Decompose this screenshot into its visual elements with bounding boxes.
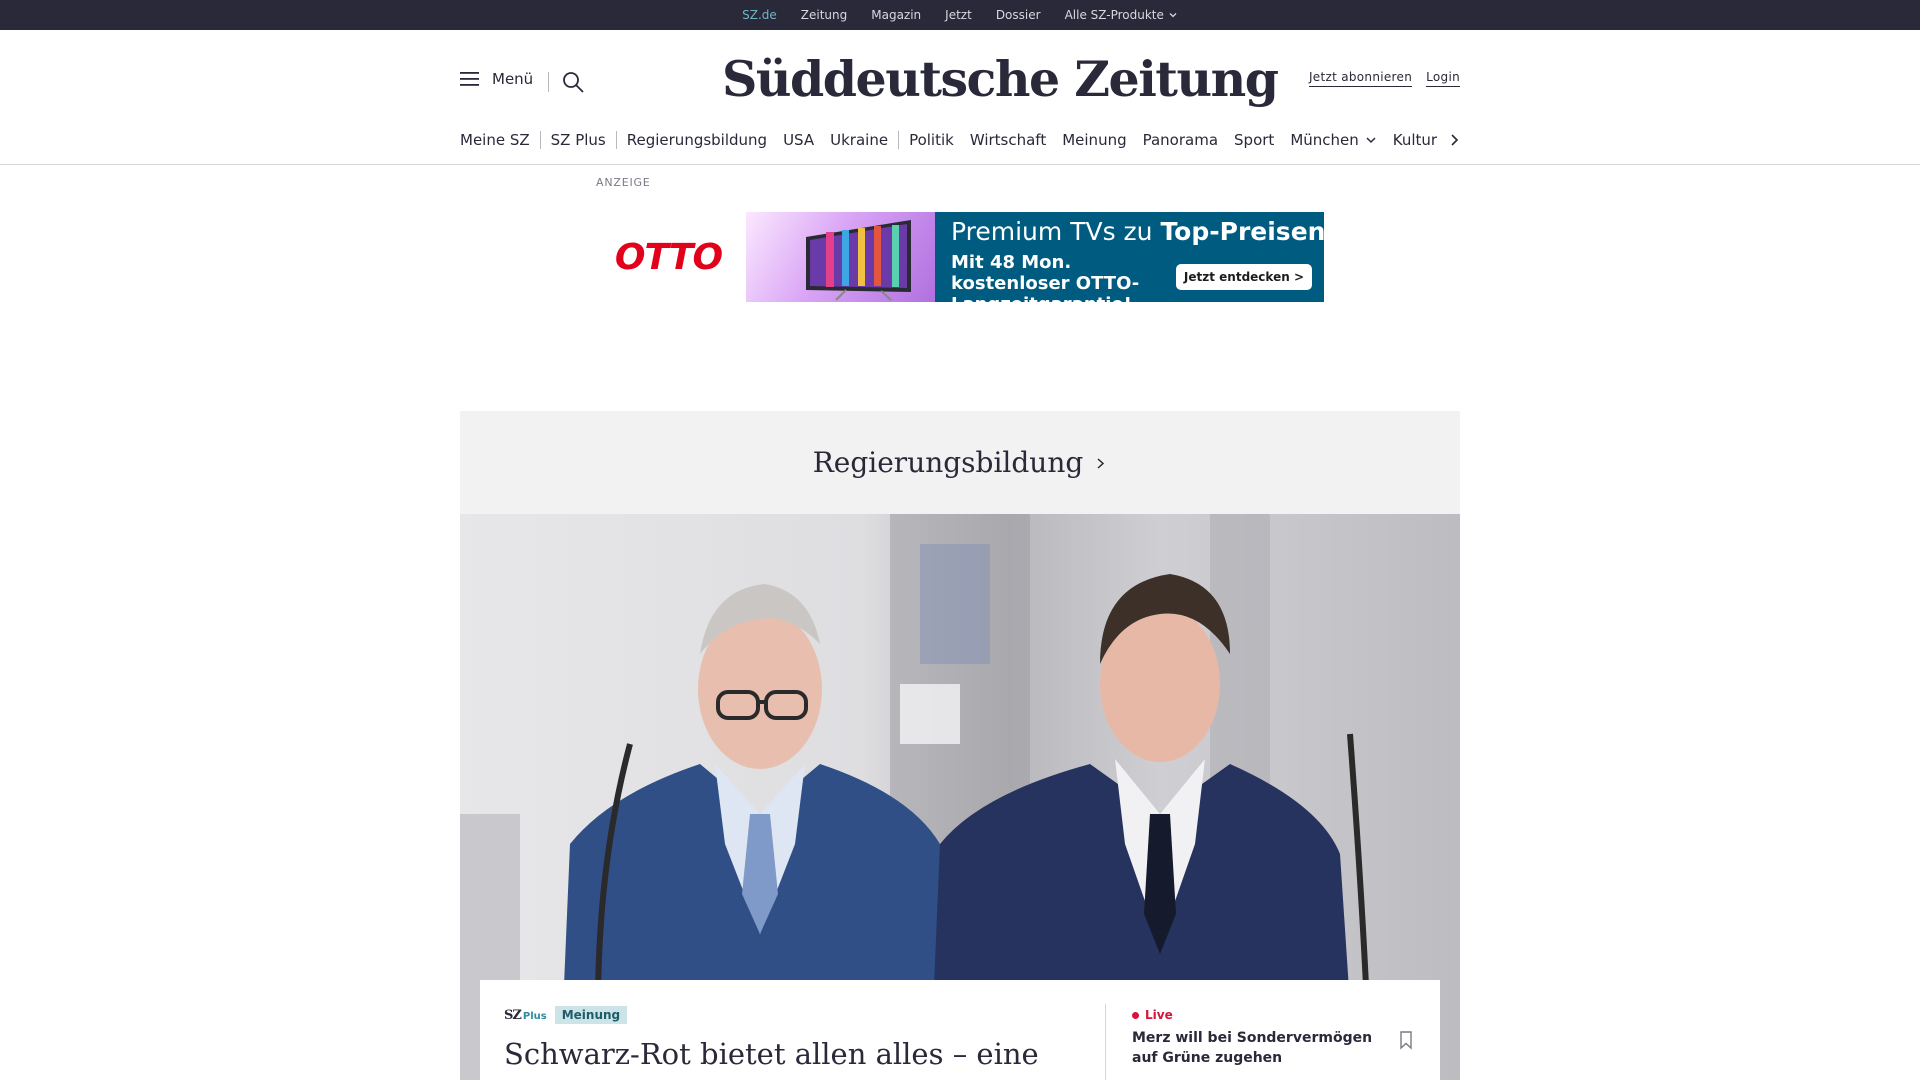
nav-item-meinung[interactable]: Meinung bbox=[1062, 131, 1126, 149]
subscribe-link[interactable]: Jetzt abonnieren bbox=[1308, 70, 1413, 87]
live-headline: Merz will bei Sondervermögen auf Grüne z… bbox=[1132, 1030, 1373, 1066]
live-label: Live bbox=[1145, 1008, 1173, 1022]
live-dot-icon bbox=[1132, 1011, 1139, 1019]
sz-plus-badge: SZ Plus bbox=[504, 1007, 547, 1023]
product-bar: SZ.de Zeitung Magazin Jetzt Dossier Alle… bbox=[0, 0, 1920, 34]
nav-item-kultur[interactable]: Kultur bbox=[1393, 131, 1437, 149]
ad-brand: OTTO bbox=[614, 236, 723, 278]
divider bbox=[548, 72, 549, 92]
ad-brand-logo: OTTO bbox=[591, 212, 746, 302]
nav-item-panorama[interactable]: Panorama bbox=[1143, 131, 1218, 149]
ad-subline: Mit 48 Mon. kostenloser OTTO-Langzeitgar… bbox=[951, 252, 1140, 315]
chevron-down-icon bbox=[1169, 13, 1177, 18]
ad-banner[interactable]: OTTO Premium TVs zu Top-Preisen. Mit 48 … bbox=[591, 212, 1335, 315]
ad-headline: Premium TVs zu Top-Preisen. bbox=[951, 217, 1335, 246]
nav-divider bbox=[898, 131, 900, 149]
login-link[interactable]: Login bbox=[1426, 70, 1460, 87]
topbar-item-label: Alle SZ-Produkte bbox=[1064, 8, 1164, 22]
ad-cta-button[interactable]: Jetzt entdecken > bbox=[1175, 264, 1312, 290]
topbar-item-label: SZ.de bbox=[742, 8, 777, 22]
topbar-item-szde[interactable]: SZ.de bbox=[742, 8, 777, 34]
site-logo[interactable]: Süddeutsche Zeitung bbox=[722, 46, 1279, 112]
divider bbox=[1105, 1004, 1106, 1080]
bookmark-icon[interactable] bbox=[1398, 1030, 1414, 1050]
live-teaser[interactable]: Live Merz will bei Sondervermögen auf Gr… bbox=[1132, 1008, 1392, 1068]
nav-item-usa[interactable]: USA bbox=[783, 131, 814, 149]
nav-item-sport[interactable]: Sport bbox=[1234, 131, 1274, 149]
ad-tv-image bbox=[746, 212, 935, 302]
article-headline[interactable]: Schwarz-Rot bietet allen alles – eine ri… bbox=[504, 1034, 1084, 1078]
live-badge: Live bbox=[1132, 1008, 1392, 1022]
chevron-right-icon[interactable] bbox=[1444, 130, 1464, 150]
topic-title: Regierungsbildung bbox=[812, 446, 1084, 479]
chevron-right-icon bbox=[1097, 457, 1105, 469]
topbar-item-label: Jetzt bbox=[945, 8, 972, 22]
nav-item-sz-plus[interactable]: SZ Plus bbox=[551, 131, 606, 149]
ad-copy: Premium TVs zu Top-Preisen. Mit 48 Mon. … bbox=[935, 212, 1335, 315]
search-icon[interactable] bbox=[561, 70, 585, 94]
nav-item-ukraine[interactable]: Ukraine bbox=[830, 131, 888, 149]
section-nav: Meine SZ SZ Plus Regierungsbildung USA U… bbox=[460, 126, 1460, 154]
menu-button[interactable]: Menü bbox=[460, 70, 533, 88]
topbar-item-label: Dossier bbox=[995, 8, 1041, 22]
topic-header[interactable]: Regierungsbildung bbox=[460, 411, 1460, 514]
chevron-down-icon bbox=[1366, 137, 1376, 144]
nav-divider bbox=[615, 131, 617, 149]
nav-item-regierungsbildung[interactable]: Regierungsbildung bbox=[627, 131, 767, 149]
nav-item-muenchen[interactable]: München bbox=[1290, 131, 1376, 149]
nav-item-label: München bbox=[1290, 131, 1359, 149]
topbar-item-magazin[interactable]: Magazin bbox=[871, 8, 921, 22]
hamburger-icon bbox=[460, 72, 479, 86]
topbar-item-all-products[interactable]: Alle SZ-Produkte bbox=[1065, 8, 1178, 22]
nav-divider bbox=[539, 131, 541, 149]
article-teaser: SZ Plus Meinung Schwarz-Rot bietet allen … bbox=[480, 980, 1440, 1080]
topbar-item-jetzt[interactable]: Jetzt bbox=[945, 8, 972, 22]
topbar-item-label: Zeitung bbox=[800, 8, 848, 22]
topbar-item-dossier[interactable]: Dossier bbox=[996, 8, 1041, 22]
nav-item-meine-sz[interactable]: Meine SZ bbox=[460, 131, 530, 149]
category-badge: Meinung bbox=[554, 1006, 628, 1024]
nav-item-wirtschaft[interactable]: Wirtschaft bbox=[970, 131, 1046, 149]
site-header: Menü Süddeutsche Zeitung Jetzt abonniere… bbox=[0, 30, 1920, 165]
nav-item-politik[interactable]: Politik bbox=[909, 131, 954, 149]
topbar-item-label: Magazin bbox=[871, 8, 922, 22]
menu-label: Menü bbox=[492, 70, 534, 88]
topbar-item-zeitung[interactable]: Zeitung bbox=[801, 8, 847, 22]
ad-label: ANZEIGE bbox=[596, 176, 651, 189]
